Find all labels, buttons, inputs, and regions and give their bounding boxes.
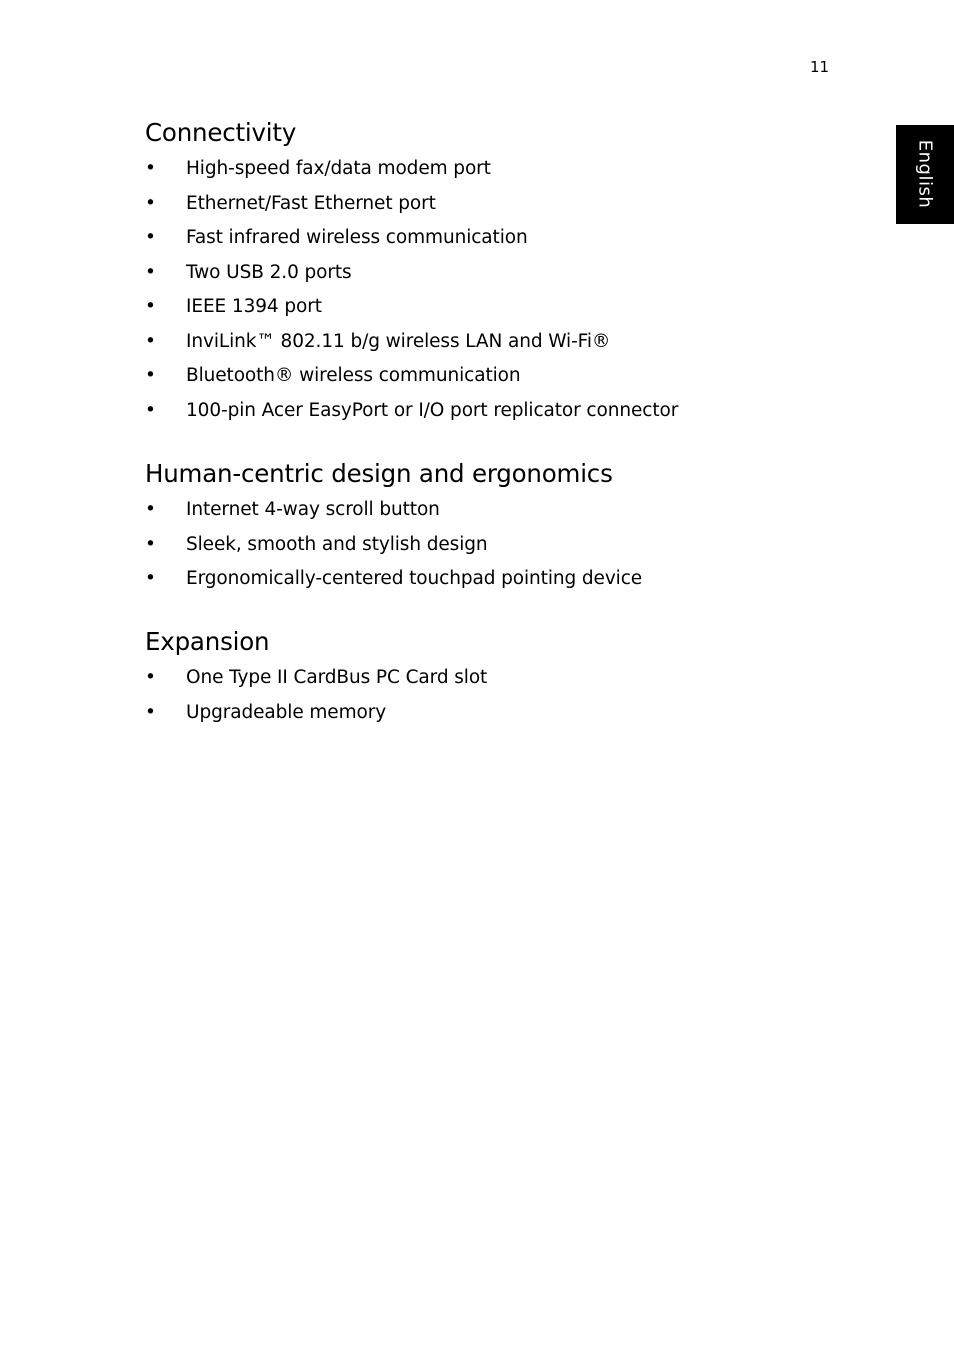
list-item: • Ethernet/Fast Ethernet port: [145, 187, 436, 222]
bullet-icon: •: [145, 192, 156, 214]
section-human-centric-design: Human-centric design and ergonomics • Int…: [145, 459, 642, 597]
list-item: • InviLink™ 802.11 b/g wireless LAN and W…: [145, 325, 610, 360]
list-item: • Internet 4-way scroll button: [145, 493, 613, 528]
bullet-icon: •: [145, 330, 156, 352]
list-item: • Upgradeable memory: [145, 696, 386, 731]
list-item: • Sleek, smooth and stylish design: [145, 528, 613, 563]
bullet-list: • High-speed fax/data modem port • Etherne…: [145, 152, 678, 429]
bullet-icon: •: [145, 261, 156, 283]
bullet-icon: •: [145, 227, 156, 248]
bullet-icon: •: [145, 701, 156, 723]
list-item: • 100-pin Acer EasyPort or I/O port repli…: [145, 394, 678, 429]
bullet-icon: •: [145, 365, 156, 386]
list-item: • Fast infrared wireless communication: [145, 221, 528, 256]
section-heading: Human-centric design and ergonomics: [145, 459, 613, 488]
section-heading: Connectivity: [145, 118, 297, 147]
bullet-icon: •: [145, 568, 156, 589]
list-item: • Two USB 2.0 ports: [145, 256, 352, 291]
list-item: • Bluetooth® wireless communication: [145, 359, 521, 394]
bullet-icon: •: [145, 399, 156, 421]
section-connectivity: Connectivity • High-speed fax/data modem …: [145, 118, 678, 429]
bullet-list: • One Type II CardBus PC Card slot • Upgra…: [145, 661, 487, 731]
bullet-icon: •: [145, 533, 156, 555]
bullet-list: • Internet 4-way scroll button • Sleek, sm…: [145, 493, 642, 597]
bullet-icon: •: [145, 667, 156, 688]
language-tab: English: [896, 125, 954, 224]
list-item: • Ergonomically-centered touchpad pointin…: [145, 562, 642, 597]
page-number: 11: [810, 58, 830, 76]
section-expansion: Expansion • One Type II CardBus PC Card s…: [145, 627, 487, 731]
language-tab-label: English: [914, 139, 936, 209]
section-heading: Expansion: [145, 627, 270, 656]
bullet-icon: •: [145, 499, 156, 520]
list-item: • One Type II CardBus PC Card slot: [145, 661, 487, 696]
list-item: • High-speed fax/data modem port: [145, 152, 491, 187]
bullet-icon: •: [145, 158, 156, 179]
bullet-icon: •: [145, 296, 156, 317]
list-item: • IEEE 1394 port: [145, 290, 322, 325]
